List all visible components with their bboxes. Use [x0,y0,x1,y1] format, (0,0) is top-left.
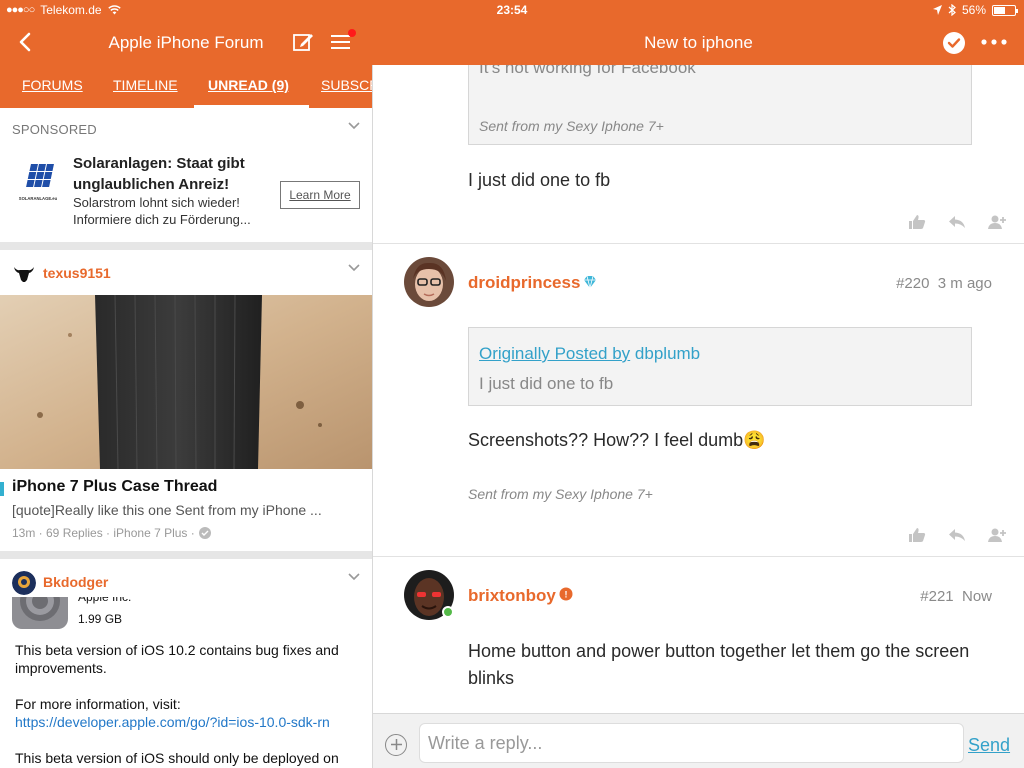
post-meta: #221 Now [920,588,992,605]
location-arrow-icon [932,5,942,15]
settings-gear-icon [12,597,68,629]
feed-username[interactable]: texus9151 [43,265,111,281]
post-number[interactable]: #220 [896,275,929,292]
reply-input[interactable] [419,723,964,763]
chevron-down-icon[interactable] [348,122,360,130]
post-separator [373,556,1024,557]
avatar[interactable] [404,257,454,307]
feed-meta-text: 13m · 69 Replies · iPhone 7 Plus · [12,526,195,540]
quote-box: Originally Posted by dbplumb I just did … [468,327,972,406]
reply-icon[interactable] [948,214,966,230]
bull-icon [14,267,34,282]
app-size: 1.99 GB [78,612,123,626]
battery-fill [994,6,1005,14]
signature: Sent from my Sexy Iphone 7+ [468,486,653,502]
quote-text: I just did one to fb [479,374,614,393]
forum-title: Apple iPhone Forum [108,33,264,52]
forum-header: Apple iPhone Forum [0,20,372,65]
status-bar: ●●●○○ Telekom.de 23:54 56% [0,0,1024,20]
post-body: Screenshots?? How?? I feel dumb😩 [468,430,766,450]
tab-forums[interactable]: FORUMS [22,77,83,93]
mark-read-button[interactable] [943,32,965,54]
feed-item-header: texus9151 [0,252,372,292]
checkmark-icon [947,38,961,48]
plus-icon [390,739,402,750]
post-paragraph: For more information, visit: [15,696,181,712]
quoted-username[interactable]: dbplumb [635,344,700,363]
feed-item-header: Bkdodger [0,561,372,601]
like-icon[interactable] [908,214,926,230]
chevron-down-icon[interactable] [348,264,360,272]
post-time: 3 m ago [937,275,992,292]
menu-button[interactable] [330,29,356,54]
follow-user-icon[interactable] [988,527,1006,543]
section-separator [0,242,372,250]
feed-username[interactable]: Bkdodger [43,574,108,590]
tab-unread[interactable]: UNREAD (9) [208,77,289,93]
reply-icon[interactable] [948,527,966,543]
check-circle-icon [198,527,211,539]
post-photo[interactable] [0,295,372,469]
like-icon[interactable] [908,527,926,543]
add-attachment-button[interactable] [385,734,407,756]
more-options-button[interactable] [979,32,1009,52]
sponsored-label: SPONSORED [12,122,97,137]
diamond-badge-icon [584,275,596,289]
post-body: I just did one to fb [468,170,611,190]
send-button[interactable]: Send [968,735,1010,756]
chevron-down-icon[interactable] [348,573,360,581]
notification-dot [348,29,356,37]
post-number[interactable]: #221 [920,588,953,605]
phone-case-photo [0,295,372,469]
section-separator [0,551,372,559]
battery-icon [992,4,1018,16]
post-paragraph: This beta version of iOS should only be … [15,750,339,766]
ad-title[interactable]: Solaranlagen: Staat gibt unglaublichen A… [73,153,273,195]
online-status-dot [442,606,454,618]
thread-header: New to iphone [373,20,1024,65]
developer-link[interactable]: https://developer.apple.com/go/?id=ios-1… [15,713,360,731]
feed-item-snippet: [quote]Really like this one Sent from my… [12,502,322,518]
svg-text:!: ! [565,590,568,600]
ellipsis-icon [981,39,1007,45]
bluetooth-icon [948,4,956,16]
clock: 23:54 [496,3,528,17]
compose-button[interactable] [292,31,314,53]
quote-box: It's not working for Facebook Sent from … [468,65,972,145]
avatar [12,571,36,595]
feed-column: SPONSORED SOLARANLAGE.eu Solaranlagen: S… [0,108,372,768]
compose-icon [293,34,313,51]
solar-panel-logo: SOLARANLAGE.eu [19,164,58,201]
moderator-badge-icon: ! [559,587,573,601]
originally-posted-link[interactable]: Originally Posted by [479,344,630,363]
post-username[interactable]: brixtonboy [468,586,556,606]
feed-item-meta: 13m · 69 Replies · iPhone 7 Plus · [12,526,211,540]
thread-pane: It's not working for Facebook Sent from … [373,65,1024,713]
follow-user-icon[interactable] [988,214,1006,230]
post-separator [373,243,1024,244]
user-photo [404,257,454,307]
tab-timeline[interactable]: TIMELINE [113,77,178,93]
post-username[interactable]: droidprincess [468,273,580,293]
thread-title: New to iphone [644,33,753,52]
forum-tabs: FORUMS TIMELINE UNREAD (9) SUBSCR [0,65,372,108]
learn-more-button[interactable]: Learn More [280,181,360,209]
post-meta: #220 3 m ago [896,275,992,292]
quote-text: It's not working for Facebook [479,65,696,77]
ad-description: Solarstrom lohnt sich wieder! Informiere… [73,195,251,227]
post-actions [908,527,1006,543]
battery-percent: 56% [961,3,986,17]
signature: Sent from my Sexy Iphone 7+ [479,118,664,134]
post-body: This beta version of iOS 10.2 contains b… [15,641,360,767]
feed-item-title[interactable]: iPhone 7 Plus Case Thread [12,478,217,496]
unread-marker [0,482,4,496]
post-time: Now [961,588,992,605]
post-paragraph: This beta version of iOS 10.2 contains b… [15,642,339,676]
post-actions [908,214,1006,230]
svg-text:SOLARANLAGE.eu: SOLARANLAGE.eu [19,196,58,201]
post-body: Home button and power button together le… [468,641,970,688]
reply-bar: Send [373,713,1024,768]
tab-subscribed[interactable]: SUBSCR [321,77,372,93]
